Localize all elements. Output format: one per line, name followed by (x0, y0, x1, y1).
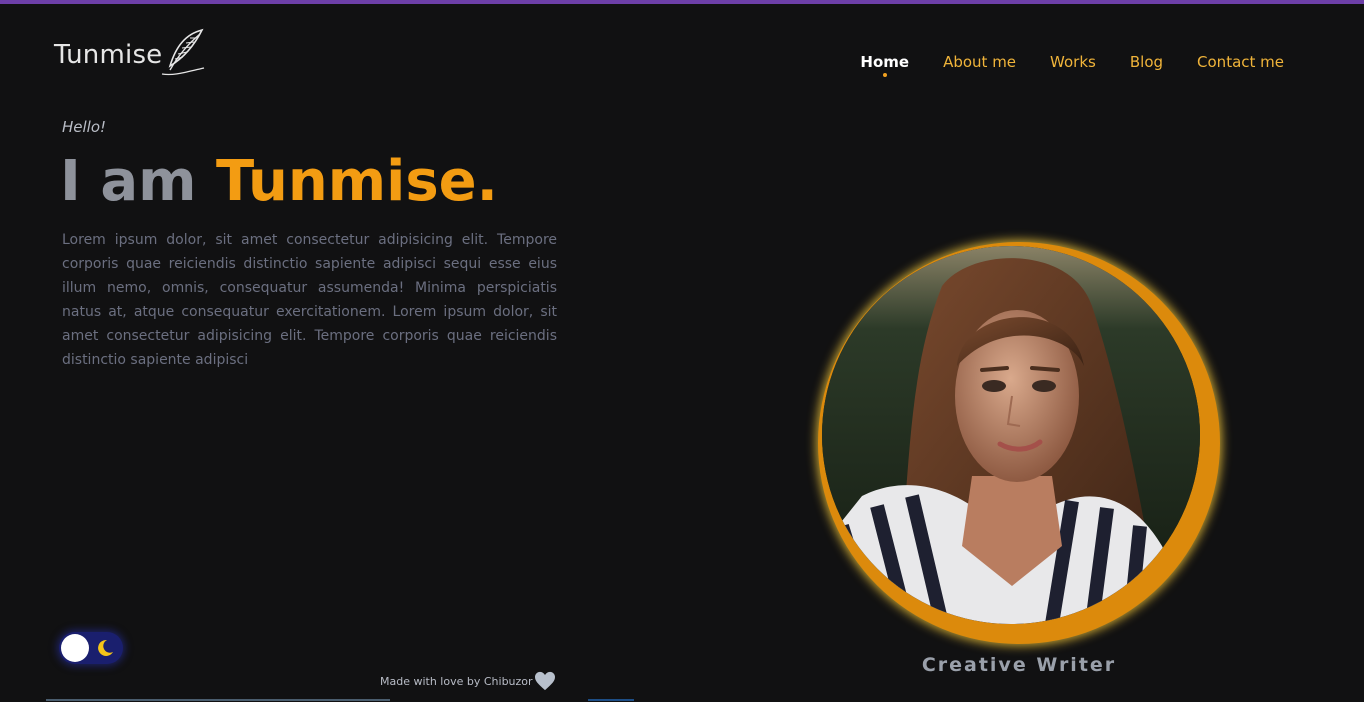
nav-item-home[interactable]: Home (860, 53, 909, 77)
feather-icon (162, 28, 205, 76)
headline-lead: I am (60, 149, 197, 214)
headline-name: Tunmise. (215, 149, 498, 214)
heart-icon (534, 671, 555, 691)
nav-item-works[interactable]: Works (1050, 53, 1096, 71)
nav-item-blog[interactable]: Blog (1130, 53, 1163, 71)
main-nav: Home About me Works Blog Contact me (860, 50, 1284, 77)
page: Tunmise Home About me Works Blog Contact… (0, 0, 1364, 702)
role-title: Creative Writer (921, 654, 1117, 676)
profile-photo (822, 246, 1200, 624)
greeting: Hello! (62, 118, 107, 136)
nav-item-contact-me[interactable]: Contact me (1197, 53, 1284, 71)
intro-paragraph: Lorem ipsum dolor, sit amet consectetur … (62, 232, 557, 368)
footer-credit-text: Made with love by Chibuzor (380, 674, 533, 688)
bottom-divider-mid (588, 699, 634, 701)
top-accent-bar (0, 0, 1364, 4)
hero-headline: I am Tunmise. (60, 146, 498, 218)
bottom-divider-left (46, 699, 390, 701)
brand-logo[interactable]: Tunmise (54, 26, 208, 78)
moon-icon (98, 639, 113, 656)
toggle-knob (61, 634, 89, 662)
footer-credit: Made with love by Chibuzor (380, 671, 556, 691)
theme-toggle[interactable] (59, 632, 123, 664)
brand-name: Tunmise (54, 40, 163, 70)
nav-item-about-me[interactable]: About me (943, 53, 1016, 71)
